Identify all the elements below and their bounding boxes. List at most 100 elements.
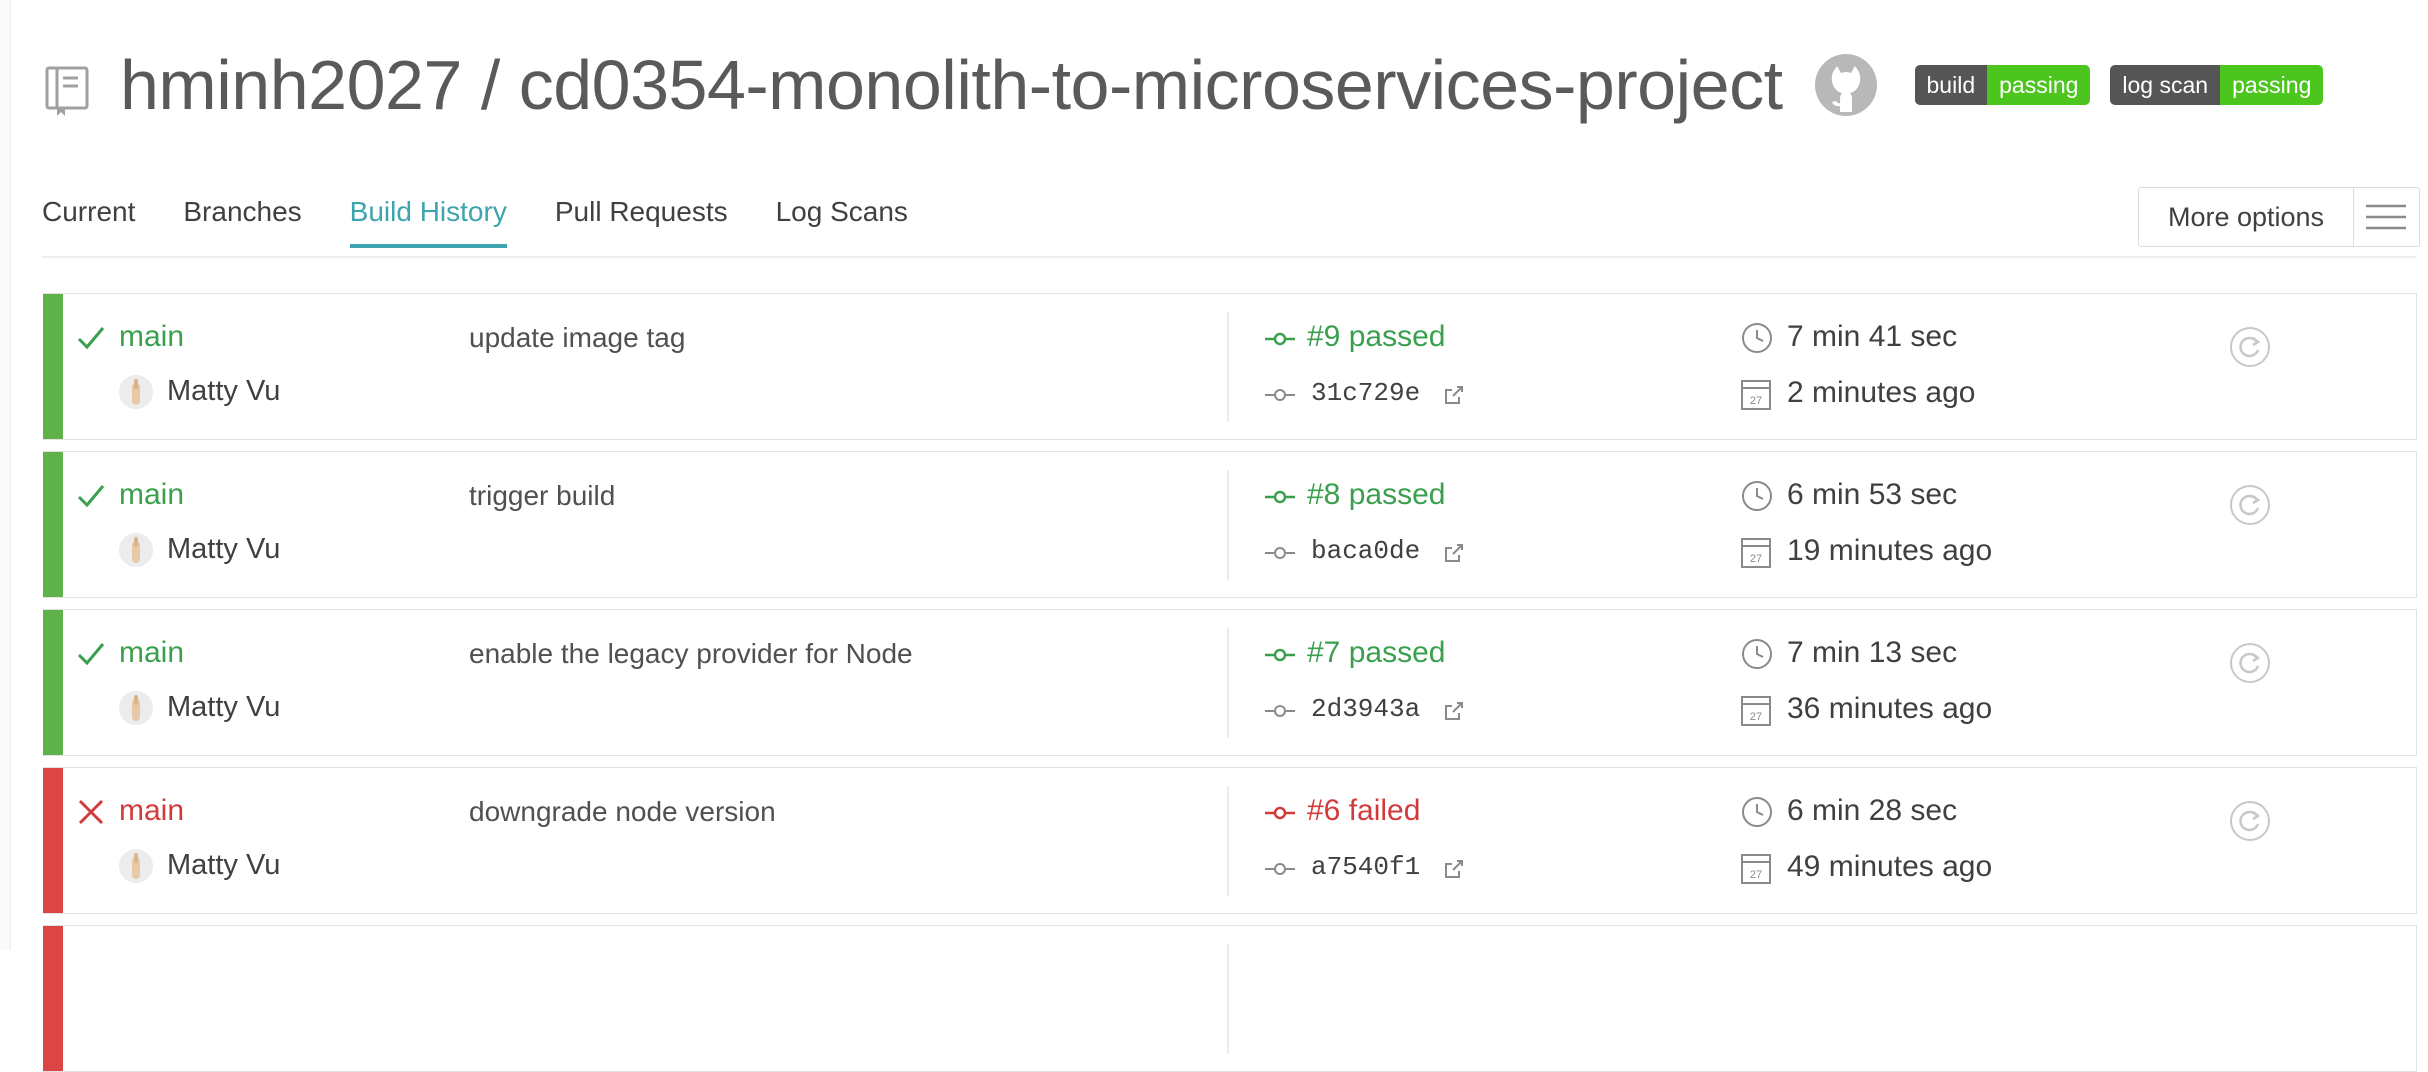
finished-time: 36 minutes ago (1787, 692, 1993, 725)
build-duration: 6 min 53 sec (1787, 478, 1958, 511)
build-duration: 6 min 28 sec (1787, 794, 1958, 827)
build-row[interactable]: main Matty Vu trigger build #8 passed ba… (43, 451, 2417, 598)
badge-key: build (1914, 65, 1988, 105)
build-row[interactable]: main Matty Vu downgrade node version #6 … (43, 767, 2417, 914)
commit-message[interactable]: downgrade node version (469, 796, 776, 828)
github-icon[interactable] (1814, 54, 1877, 116)
build-duration: 7 min 13 sec (1787, 636, 1958, 669)
branch-name[interactable]: main (119, 636, 184, 670)
avatar (119, 375, 153, 409)
commit-sha[interactable]: 2d3943a (1311, 694, 1420, 724)
svg-text:27: 27 (1750, 395, 1762, 407)
column-divider (1227, 786, 1229, 896)
commit-message[interactable]: enable the legacy provider for Node (469, 638, 913, 670)
clock-icon (1742, 481, 1772, 511)
commit-icon (1265, 490, 1295, 504)
author-name: Matty Vu (167, 533, 281, 565)
commit-sha[interactable]: a7540f1 (1311, 852, 1420, 882)
commit-icon (1265, 806, 1295, 820)
x-icon (78, 799, 104, 825)
finished-time: 2 minutes ago (1787, 376, 1976, 409)
commit-message[interactable]: update image tag (469, 322, 685, 354)
hamburger-menu-icon[interactable] (2353, 188, 2418, 246)
build-number[interactable]: #7 passed (1307, 636, 1445, 670)
log-scan-badge[interactable]: log scan passing (2110, 65, 2324, 105)
build-number[interactable]: #9 passed (1307, 320, 1445, 354)
column-divider (1227, 312, 1229, 422)
check-icon (77, 327, 105, 350)
build-row[interactable]: 27 (43, 925, 2417, 1072)
check-icon (77, 643, 105, 666)
tabs-divider (42, 256, 2416, 258)
clock-icon (1742, 797, 1772, 827)
branch-name[interactable]: main (119, 794, 184, 828)
badge-value: passing (1987, 65, 2091, 105)
column-divider (1227, 944, 1229, 1054)
avatar (119, 533, 153, 567)
avatar (119, 849, 153, 883)
avatar (119, 691, 153, 725)
calendar-icon: 27 (1741, 696, 1771, 726)
build-row[interactable]: main Matty Vu update image tag #9 passed… (43, 293, 2417, 440)
author-name: Matty Vu (167, 849, 281, 881)
finished-time: 19 minutes ago (1787, 534, 1993, 567)
branch-name[interactable]: main (119, 320, 184, 354)
calendar-icon: 27 (1741, 538, 1771, 568)
more-options-button[interactable]: More options (2138, 187, 2420, 247)
repo-title[interactable]: hminh2027 / cd0354-monolith-to-microserv… (120, 45, 1783, 125)
commit-message[interactable]: trigger build (469, 480, 615, 512)
column-divider (1227, 470, 1229, 580)
build-status-bar (43, 294, 63, 439)
calendar-icon: 27 (1741, 854, 1771, 884)
build-status-bar (43, 610, 63, 755)
restart-build-icon[interactable] (2229, 800, 2271, 842)
commit-icon (1265, 863, 1295, 875)
external-link-icon[interactable] (1443, 384, 1465, 406)
commit-icon (1265, 547, 1295, 559)
svg-text:27: 27 (1750, 869, 1762, 881)
commit-icon (1265, 389, 1295, 401)
build-number[interactable]: #6 failed (1307, 794, 1420, 828)
svg-text:27: 27 (1750, 553, 1762, 565)
svg-text:27: 27 (1750, 711, 1762, 723)
build-status-bar (43, 452, 63, 597)
build-number[interactable]: #8 passed (1307, 478, 1445, 512)
calendar-icon: 27 (1741, 380, 1771, 410)
tab-current[interactable]: Current (42, 196, 135, 248)
repo-header: hminh2027 / cd0354-monolith-to-microserv… (44, 30, 2324, 140)
build-status-bar (43, 768, 63, 913)
tab-build-history[interactable]: Build History (349, 196, 507, 248)
clock-icon (1742, 639, 1772, 669)
restart-build-icon[interactable] (2229, 326, 2271, 368)
commit-icon (1265, 648, 1295, 662)
tab-pull-requests[interactable]: Pull Requests (555, 196, 728, 248)
build-status-badge[interactable]: build passing (1914, 65, 2091, 105)
tab-branches[interactable]: Branches (183, 196, 301, 248)
more-options-label: More options (2167, 201, 2325, 232)
badge-key: log scan (2110, 65, 2221, 105)
external-link-icon[interactable] (1443, 700, 1465, 722)
external-link-icon[interactable] (1443, 858, 1465, 880)
external-link-icon[interactable] (1443, 542, 1465, 564)
branch-name[interactable]: main (119, 478, 184, 512)
sidebar-edge (0, 0, 11, 950)
commit-sha[interactable]: baca0de (1311, 536, 1420, 566)
build-row[interactable]: main Matty Vu enable the legacy provider… (43, 609, 2417, 756)
column-divider (1227, 628, 1229, 738)
commit-icon (1265, 332, 1295, 346)
author-name: Matty Vu (167, 691, 281, 723)
build-duration: 7 min 41 sec (1787, 320, 1958, 353)
author-name: Matty Vu (167, 375, 281, 407)
restart-build-icon[interactable] (2229, 642, 2271, 684)
badge-value: passing (2220, 65, 2324, 105)
restart-build-icon[interactable] (2229, 484, 2271, 526)
build-status-bar (43, 926, 63, 1071)
tab-log-scans[interactable]: Log Scans (776, 196, 908, 248)
check-icon (77, 485, 105, 508)
repo-tabs: Current Branches Build History Pull Requ… (42, 196, 956, 248)
repo-book-icon (45, 66, 89, 116)
clock-icon (1742, 323, 1772, 353)
commit-icon (1265, 705, 1295, 717)
finished-time: 49 minutes ago (1787, 850, 1993, 883)
commit-sha[interactable]: 31c729e (1311, 378, 1420, 408)
